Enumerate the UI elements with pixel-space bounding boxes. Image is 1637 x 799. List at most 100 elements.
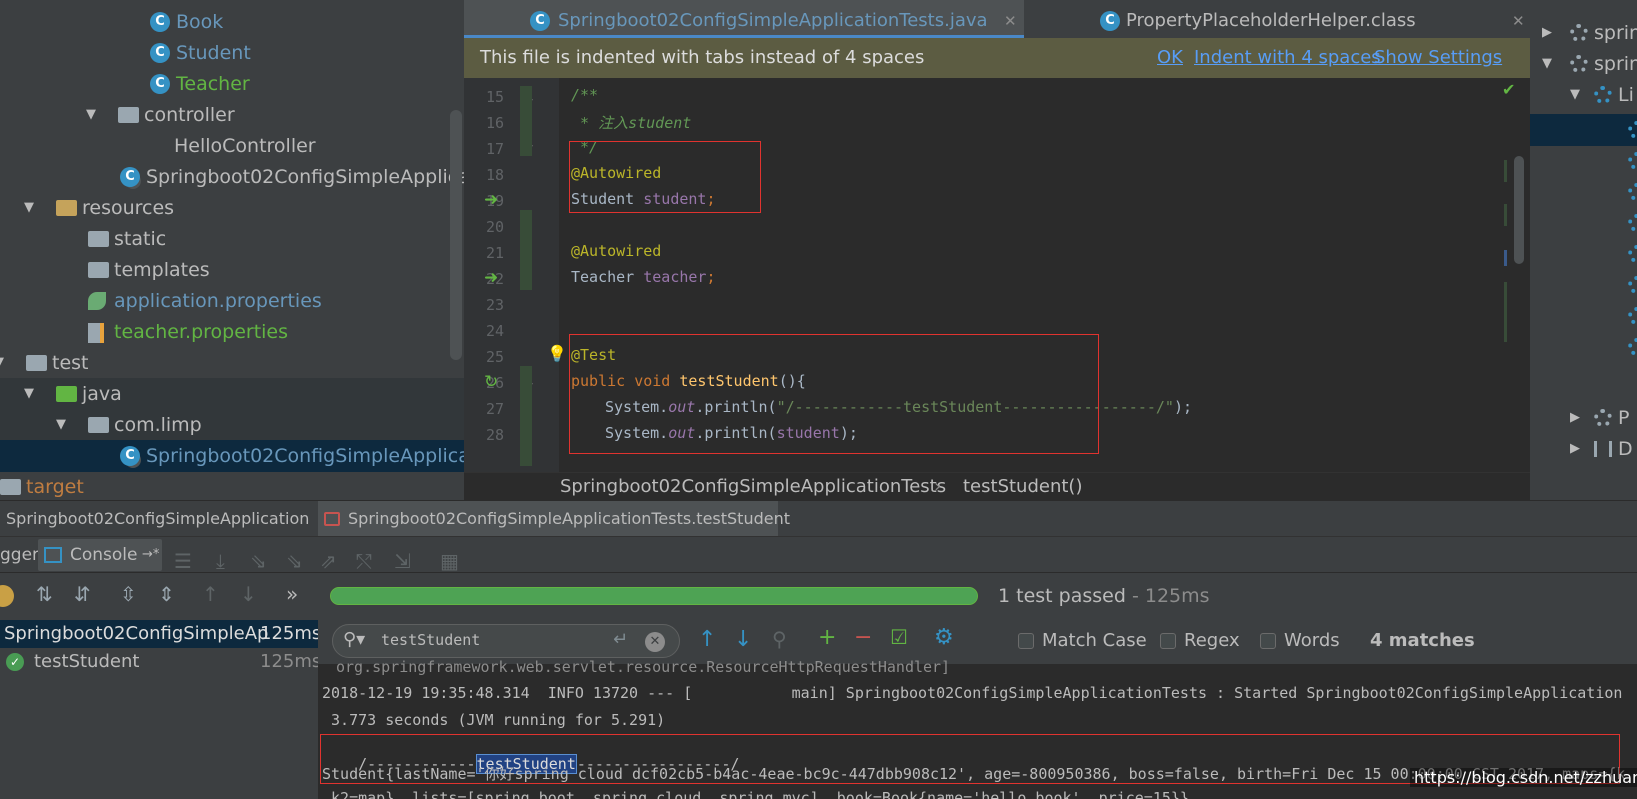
goal-icon[interactable] [1628,276,1637,294]
words-option[interactable]: Words [1260,618,1340,664]
tree-item-label: HelloController [174,135,316,157]
test-progress-bar [330,587,978,605]
expand-arrow-icon[interactable]: ▶ [1570,433,1580,465]
console-tab[interactable]: Console →* [38,539,162,571]
collapse-all-icon[interactable]: ⇕ [158,582,175,606]
regex-option[interactable]: Regex [1160,618,1240,664]
tab-tests-java[interactable]: C Springboot02ConfigSimpleApplicationTes… [464,0,1024,38]
tree-item[interactable]: templates [0,254,464,286]
folder-icon [88,417,109,433]
navigate-bean-icon[interactable]: ➜ [484,190,498,210]
test-row-method[interactable]: ✓ testStudent 125ms [0,648,321,676]
find-in-path-icon[interactable]: ⚲ [772,627,787,651]
tree-item[interactable]: ▼ com.limp [0,409,464,441]
sort-duration-icon[interactable]: ⇵ [74,582,91,606]
match-case-option[interactable]: Match Case [1018,618,1147,664]
select-all-occurrences-icon[interactable]: ☑ [890,625,908,649]
indent-link[interactable]: Indent with 4 spaces [1194,38,1381,78]
selected-row [1530,114,1637,146]
next-failure-icon[interactable]: ↓ [240,582,257,606]
project-scrollbar[interactable] [450,110,462,360]
tree-item[interactable]: ▼ test [0,347,464,379]
tree-item[interactable]: C Springboot02ConfigSimpleApplicationTest… [0,440,464,472]
tree-item-label: Student [176,42,251,64]
clear-search-icon[interactable]: ✕ [645,632,665,652]
right-item[interactable]: ▼ sprin [1530,48,1637,80]
goal-icon[interactable] [1628,338,1637,356]
test-row-class[interactable]: Springboot02ConfigSimpleAp 125ms [0,620,321,648]
debugger-tab[interactable]: gger [0,537,39,573]
add-occurrence-icon[interactable]: + [818,625,836,650]
search-icon[interactable]: ⚲▾ [343,629,365,650]
line-number: 17 [485,140,504,158]
tree-item[interactable]: static [0,223,464,255]
tree-item[interactable]: ▼ controller [0,99,464,131]
ok-link[interactable]: OK [1157,38,1183,78]
tree-item[interactable]: C Teacher [0,68,464,100]
goal-icon[interactable] [1628,245,1637,263]
tree-item[interactable]: C Springboot02ConfigSimpleApplication [0,161,464,193]
run-test-icon[interactable]: ↻ [484,372,498,392]
words-checkbox[interactable] [1260,633,1276,649]
search-input[interactable]: testStudent [381,631,480,649]
tree-item[interactable]: HelloController [0,130,464,162]
tree-item[interactable]: C Student [0,37,464,69]
right-item[interactable]: ▶ sprin [1530,17,1637,49]
expand-arrow-icon[interactable]: ▼ [56,409,66,441]
match-case-checkbox[interactable] [1018,633,1034,649]
expand-arrow-icon[interactable]: ▶ [1570,402,1580,434]
remove-occurrence-icon[interactable]: − [854,625,872,650]
words-label: Words [1284,630,1340,651]
expand-arrow-icon[interactable]: ▼ [24,192,34,224]
line-number: 15 [485,88,504,106]
tree-item[interactable]: ▼ java [0,378,464,410]
expand-arrow-icon[interactable]: ▼ [86,99,96,131]
show-settings-link[interactable]: Show Settings [1374,38,1502,78]
code-area[interactable]: /** * 注入student */@Autowired Student stud… [547,78,1519,472]
line-number: 18 [485,166,504,184]
breadcrumb-class[interactable]: Springboot02ConfigSimpleApplicationTests [560,473,946,500]
sort-alpha-icon[interactable]: ⇅ [36,582,53,606]
close-icon[interactable]: ✕ [1004,0,1017,42]
settings-gear-icon[interactable]: ⚙ [934,625,954,650]
next-occurrence-icon[interactable]: ↓ [734,627,752,652]
expand-all-icon[interactable]: ⇳ [120,582,137,606]
previous-failure-icon[interactable]: ↑ [202,582,219,606]
run-tab[interactable]: Springboot02ConfigSimpleApplication [0,501,310,537]
editor-scrollbar[interactable] [1514,156,1524,264]
tree-item[interactable]: application.properties [0,285,464,317]
goal-icon[interactable] [1628,183,1637,201]
breadcrumb-method[interactable]: testStudent() [963,473,1082,500]
lifecycle-icon [1594,86,1612,104]
navigate-bean-icon[interactable]: ➜ [484,268,498,288]
tab-placeholder-helper[interactable]: C PropertyPlaceholderHelper.class ✕ [1034,0,1530,38]
close-icon[interactable]: ✕ [1512,0,1525,42]
match-count: 4 matches [1370,630,1475,651]
goal-icon[interactable] [1628,152,1637,170]
tree-item[interactable]: teacher.properties [0,316,464,348]
regex-checkbox[interactable] [1160,633,1176,649]
right-item[interactable]: ▼ Li [1530,79,1637,111]
more-icon[interactable]: » [286,582,298,606]
newline-icon[interactable]: ↵ [613,629,628,650]
previous-occurrence-icon[interactable]: ↑ [698,627,716,652]
stop-icon[interactable] [0,585,14,607]
right-item[interactable]: ▶ P [1530,402,1637,434]
tree-item[interactable]: target [0,471,464,500]
goal-icon[interactable] [1628,214,1637,232]
line-number: 23 [485,296,504,314]
tree-item[interactable]: C Book [0,6,464,38]
expand-arrow-icon[interactable]: ▶ [1542,17,1552,49]
goal-icon[interactable] [1628,307,1637,325]
error-stripe [1504,282,1507,342]
spring-boot-class-icon: C [120,167,140,187]
expand-arrow-icon[interactable]: ▼ [0,347,4,379]
expand-arrow-icon[interactable]: ▼ [1542,48,1552,80]
tree-item[interactable]: ▼ resources [0,192,464,224]
run-tab[interactable]: Springboot02ConfigSimpleApplicationTests… [318,501,790,537]
right-item[interactable]: ▶ D [1530,433,1637,465]
right-item-label: P [1618,407,1630,429]
intention-bulb-icon[interactable]: 💡 [547,344,567,363]
expand-arrow-icon[interactable]: ▼ [24,378,34,410]
expand-arrow-icon[interactable]: ▼ [1570,79,1580,111]
